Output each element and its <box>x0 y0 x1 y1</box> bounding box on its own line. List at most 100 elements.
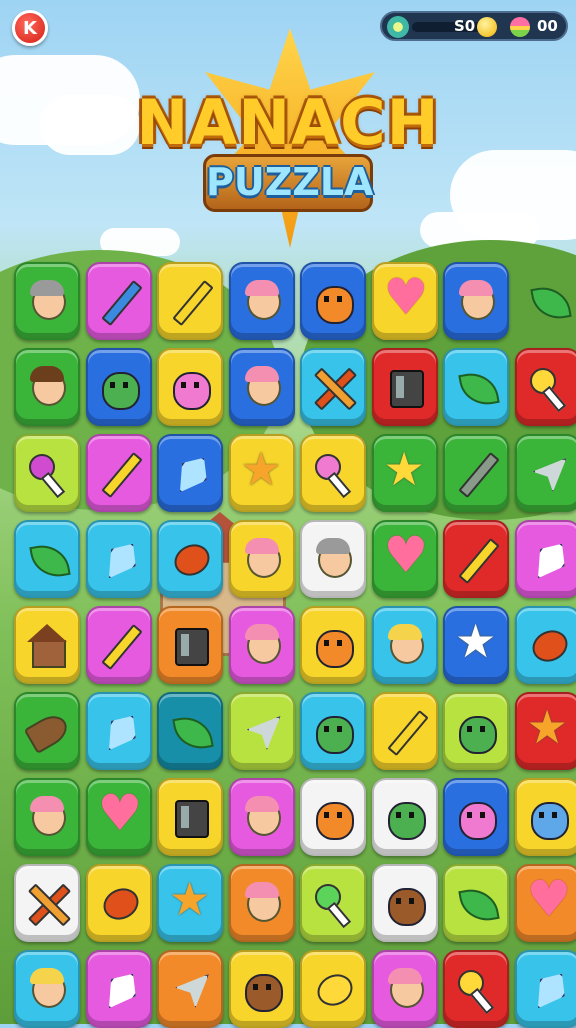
tile-arrowhead[interactable] <box>515 434 576 512</box>
tile-green-dino[interactable] <box>443 692 509 770</box>
tile-white-crystal[interactable] <box>515 520 576 598</box>
tile-pink-hair-girl[interactable] <box>229 606 295 684</box>
tile-star-creature[interactable] <box>157 864 223 942</box>
horn-icon <box>24 708 70 754</box>
tile-pink-hair-girl[interactable] <box>229 864 295 942</box>
tile-heart[interactable] <box>515 864 576 942</box>
tile-yellow-pencil[interactable] <box>86 434 152 512</box>
tile-orange-cat[interactable] <box>300 262 366 340</box>
tile-device[interactable] <box>157 606 223 684</box>
crystal-icon <box>96 536 142 582</box>
device-icon <box>382 364 428 410</box>
yellow-pencil-icon <box>453 536 499 582</box>
leaf-icon <box>453 364 499 410</box>
tile-yellow-lollipop[interactable] <box>515 348 576 426</box>
heart-icon <box>525 880 571 926</box>
tile-leaf[interactable] <box>157 692 223 770</box>
tile-horn[interactable] <box>14 692 80 770</box>
tile-green-device[interactable] <box>157 778 223 856</box>
tile-white-star[interactable] <box>443 606 509 684</box>
tile-yellow-pencil[interactable] <box>443 520 509 598</box>
tile-house[interactable] <box>14 606 80 684</box>
pink-hair-girl-icon <box>239 278 285 324</box>
tile-blonde-girl[interactable] <box>14 950 80 1028</box>
tile-crossed-pencils[interactable] <box>300 348 366 426</box>
tile-yellow-pencil[interactable] <box>86 606 152 684</box>
tile-pink-hair-girl[interactable] <box>443 262 509 340</box>
pink-hair-girl-icon <box>239 622 285 668</box>
tile-crystal[interactable] <box>86 520 152 598</box>
tile-grey-hair-boy[interactable] <box>300 520 366 598</box>
pink-hair-girl-icon <box>239 536 285 582</box>
leaf-icon <box>24 536 70 582</box>
tile-pink-cat[interactable] <box>157 348 223 426</box>
tile-brown-hair-woman[interactable] <box>14 348 80 426</box>
tile-pink-hair-boy[interactable] <box>14 778 80 856</box>
star-creature-icon <box>525 708 571 754</box>
orange-cat-icon <box>310 794 356 840</box>
tile-pink-hair-girl[interactable] <box>229 520 295 598</box>
arrowhead-icon <box>167 966 213 1012</box>
tile-crossed-pencils[interactable] <box>14 864 80 942</box>
green-cactus-icon <box>96 364 142 410</box>
tile-brown-monster[interactable] <box>372 864 438 942</box>
tile-orange-cat[interactable] <box>300 778 366 856</box>
tile-star[interactable] <box>372 434 438 512</box>
blonde-girl-icon <box>24 966 70 1012</box>
pink-hair-boy-icon <box>24 794 70 840</box>
tile-pink-hair-girl[interactable] <box>372 950 438 1028</box>
green-lollipop-icon <box>310 880 356 926</box>
tile-yellow-lollipop[interactable] <box>443 950 509 1028</box>
tile-star-creature[interactable] <box>515 692 576 770</box>
tile-pink-monster[interactable] <box>443 778 509 856</box>
tile-blue-pencil[interactable] <box>86 262 152 340</box>
puzzle-board <box>0 0 576 1024</box>
tile-football[interactable] <box>515 606 576 684</box>
tile-football[interactable] <box>86 864 152 942</box>
tile-pink-lollipop[interactable] <box>300 434 366 512</box>
white-star-icon <box>453 622 499 668</box>
green-cactus-icon <box>382 794 428 840</box>
tile-leaf[interactable] <box>14 520 80 598</box>
white-crystal-icon <box>96 966 142 1012</box>
arrowhead-icon <box>525 450 571 496</box>
tile-blonde-girl[interactable] <box>372 606 438 684</box>
tile-glasses-girl[interactable] <box>14 262 80 340</box>
tile-heart[interactable] <box>372 520 438 598</box>
tile-football[interactable] <box>157 520 223 598</box>
brown-potato-icon <box>239 966 285 1012</box>
grey-pencil-icon <box>453 450 499 496</box>
tile-crystal[interactable] <box>515 950 576 1028</box>
tile-green-lollipop[interactable] <box>300 864 366 942</box>
tile-leaf[interactable] <box>443 348 509 426</box>
tile-heart[interactable] <box>372 262 438 340</box>
tile-star-creature[interactable] <box>229 434 295 512</box>
tile-grey-pencil[interactable] <box>443 434 509 512</box>
tile-blue-monster[interactable] <box>515 778 576 856</box>
glasses-girl-icon <box>24 278 70 324</box>
tile-pink-hair-girl[interactable] <box>229 348 295 426</box>
tile-pencil[interactable] <box>157 262 223 340</box>
tile-leaf[interactable] <box>443 864 509 942</box>
pencil-icon <box>167 278 213 324</box>
tile-pink-hair-girl[interactable] <box>229 262 295 340</box>
tile-green-cactus[interactable] <box>86 348 152 426</box>
tile-crystal[interactable] <box>157 434 223 512</box>
tile-white-crystal[interactable] <box>86 950 152 1028</box>
tile-yellow-ball[interactable] <box>300 950 366 1028</box>
tile-green-cactus[interactable] <box>300 692 366 770</box>
tile-green-cactus[interactable] <box>372 778 438 856</box>
tile-purple-lollipop[interactable] <box>14 434 80 512</box>
tile-arrowhead[interactable] <box>229 692 295 770</box>
tile-orange-star-creature[interactable] <box>300 606 366 684</box>
tile-heart[interactable] <box>86 778 152 856</box>
tile-device[interactable] <box>372 348 438 426</box>
grey-hair-boy-icon <box>310 536 356 582</box>
tile-leaf[interactable] <box>515 262 576 340</box>
tile-pencil[interactable] <box>372 692 438 770</box>
green-device-icon <box>167 794 213 840</box>
tile-brown-potato[interactable] <box>229 950 295 1028</box>
tile-crystal[interactable] <box>86 692 152 770</box>
tile-pink-hair-girl[interactable] <box>229 778 295 856</box>
tile-arrowhead[interactable] <box>157 950 223 1028</box>
